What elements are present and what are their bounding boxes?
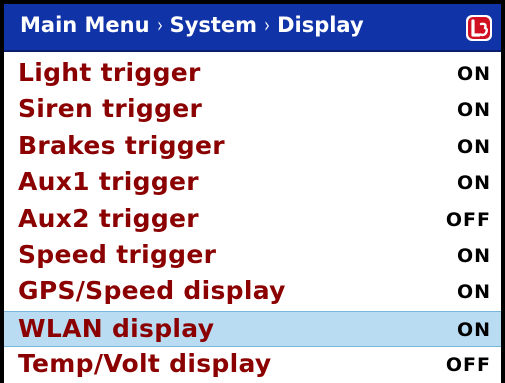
menu-item-label: Aux2 trigger	[18, 203, 199, 233]
menu-item-value[interactable]: ON	[457, 136, 491, 158]
menu-item-aux1-trigger[interactable]: Aux1 trigger ON	[4, 165, 501, 201]
menu-item-label: Siren trigger	[18, 94, 203, 124]
menu-item-label: Light trigger	[18, 58, 201, 87]
settings-list: Light trigger ON Siren trigger ON Brakes tri…	[4, 56, 501, 383]
breadcrumb-separator: ›	[264, 13, 270, 37]
menu-item-light-trigger[interactable]: Light trigger ON	[4, 56, 501, 92]
menu-item-label: Brakes trigger	[18, 130, 225, 160]
breadcrumb-main-menu[interactable]: Main Menu	[20, 13, 150, 37]
menu-item-gps-speed-display[interactable]: GPS/Speed display ON	[4, 274, 501, 310]
menu-item-label: GPS/Speed display	[18, 276, 286, 306]
menu-item-value[interactable]: OFF	[446, 209, 491, 231]
menu-item-value[interactable]: ON	[457, 172, 491, 194]
menu-item-speed-trigger[interactable]: Speed trigger ON	[4, 238, 501, 274]
l3-logo-icon	[466, 15, 492, 41]
breadcrumb: Main Menu › System › Display	[20, 13, 364, 37]
menu-item-value[interactable]: OFF	[446, 354, 491, 376]
menu-item-aux2-trigger[interactable]: Aux2 trigger OFF	[4, 202, 501, 238]
breadcrumb-display: Display	[277, 13, 364, 37]
title-bar: Main Menu › System › Display	[4, 4, 501, 52]
menu-item-value[interactable]: ON	[457, 245, 491, 267]
menu-item-label: Speed trigger	[18, 239, 217, 269]
menu-item-value[interactable]: ON	[457, 281, 491, 303]
breadcrumb-separator: ›	[156, 13, 163, 37]
breadcrumb-system[interactable]: System	[170, 13, 257, 37]
menu-item-wlan-display[interactable]: WLAN display ON	[4, 310, 501, 348]
menu-item-label: Aux1 trigger	[18, 167, 199, 197]
display-screen: Main Menu › System › Display Light trigg…	[0, 0, 505, 383]
menu-item-value[interactable]: ON	[457, 319, 491, 341]
menu-item-value[interactable]: ON	[457, 63, 491, 85]
menu-item-label: WLAN display	[18, 313, 215, 343]
menu-item-value[interactable]: ON	[457, 99, 491, 121]
menu-item-siren-trigger[interactable]: Siren trigger ON	[4, 92, 501, 128]
menu-item-brakes-trigger[interactable]: Brakes trigger ON	[4, 129, 501, 165]
display-panel: Main Menu › System › Display Light trigg…	[4, 4, 501, 383]
menu-item-temp-volt-display[interactable]: Temp/Volt display OFF	[4, 347, 501, 383]
menu-item-label: Temp/Volt display	[18, 349, 272, 379]
